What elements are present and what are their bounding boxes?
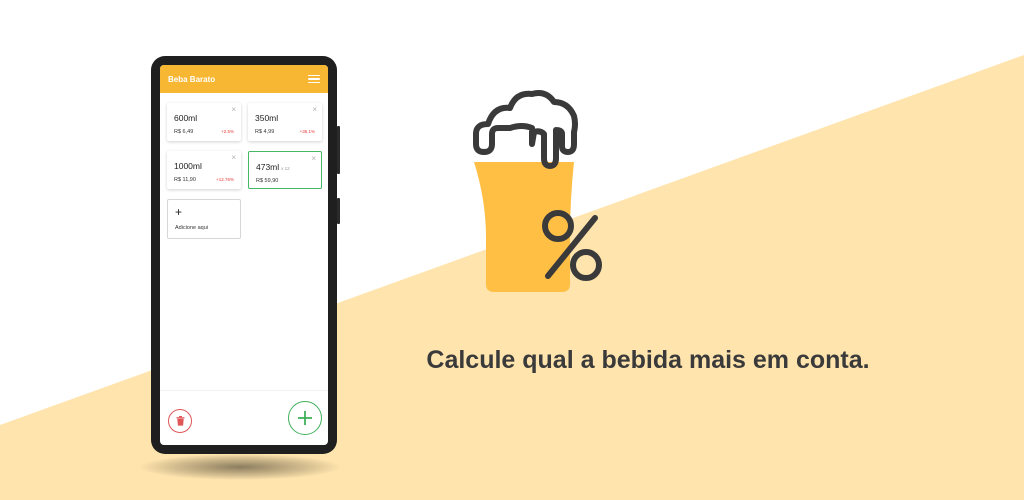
card-unit-quantity: x 12 <box>281 166 290 171</box>
drink-card-600ml[interactable]: × 600ml R$ 6,49 +2.5% <box>167 103 241 141</box>
app-screen: Beba Barato × 600ml R$ 6,49 +2.5% × 350m… <box>160 65 328 445</box>
card-volume: 600ml <box>174 113 198 123</box>
app-bar: Beba Barato <box>160 65 328 93</box>
phone-shadow <box>140 454 340 480</box>
add-card-label: Adicione aqui <box>175 225 209 231</box>
plus-icon: + <box>175 205 183 219</box>
close-icon[interactable]: × <box>312 106 317 114</box>
add-button[interactable] <box>288 401 322 435</box>
drink-card-473ml-selected[interactable]: × 473ml x 12 R$ 59,90 <box>248 151 322 189</box>
card-volume: 473ml x 12 <box>256 162 290 172</box>
card-percent: +35.1% <box>299 129 315 134</box>
card-price: R$ 4,99 <box>255 129 275 135</box>
card-price: R$ 11,90 <box>174 177 196 183</box>
bottom-bar <box>160 390 328 445</box>
close-icon[interactable]: × <box>231 154 236 162</box>
close-icon[interactable]: × <box>311 155 316 163</box>
phone-power-button <box>337 198 340 224</box>
drink-card-350ml[interactable]: × 350ml R$ 4,99 +35.1% <box>248 103 322 141</box>
delete-button[interactable] <box>168 409 192 433</box>
trash-icon <box>176 416 184 426</box>
drink-card-1000ml[interactable]: × 1000ml R$ 11,90 +12.76% <box>167 151 241 189</box>
card-volume: 1000ml <box>174 161 202 171</box>
card-percent: +2.5% <box>221 129 234 134</box>
tagline: Calcule qual a bebida mais em conta. <box>426 346 870 374</box>
beer-foam-outline <box>473 90 578 169</box>
card-percent: +12.76% <box>216 177 234 182</box>
plus-icon <box>298 411 312 425</box>
card-price: R$ 6,49 <box>174 129 194 135</box>
app-title: Beba Barato <box>168 74 216 84</box>
beer-percent-icon <box>468 88 610 294</box>
phone-mockup: Beba Barato × 600ml R$ 6,49 +2.5% × 350m… <box>151 56 337 454</box>
hamburger-menu-icon[interactable] <box>308 74 320 84</box>
beer-glass-body <box>474 162 574 292</box>
add-drink-card[interactable]: + Adicione aqui <box>167 199 241 239</box>
card-price: R$ 59,90 <box>256 178 279 184</box>
card-volume: 350ml <box>255 113 279 123</box>
close-icon[interactable]: × <box>231 106 236 114</box>
phone-volume-button <box>337 126 340 174</box>
